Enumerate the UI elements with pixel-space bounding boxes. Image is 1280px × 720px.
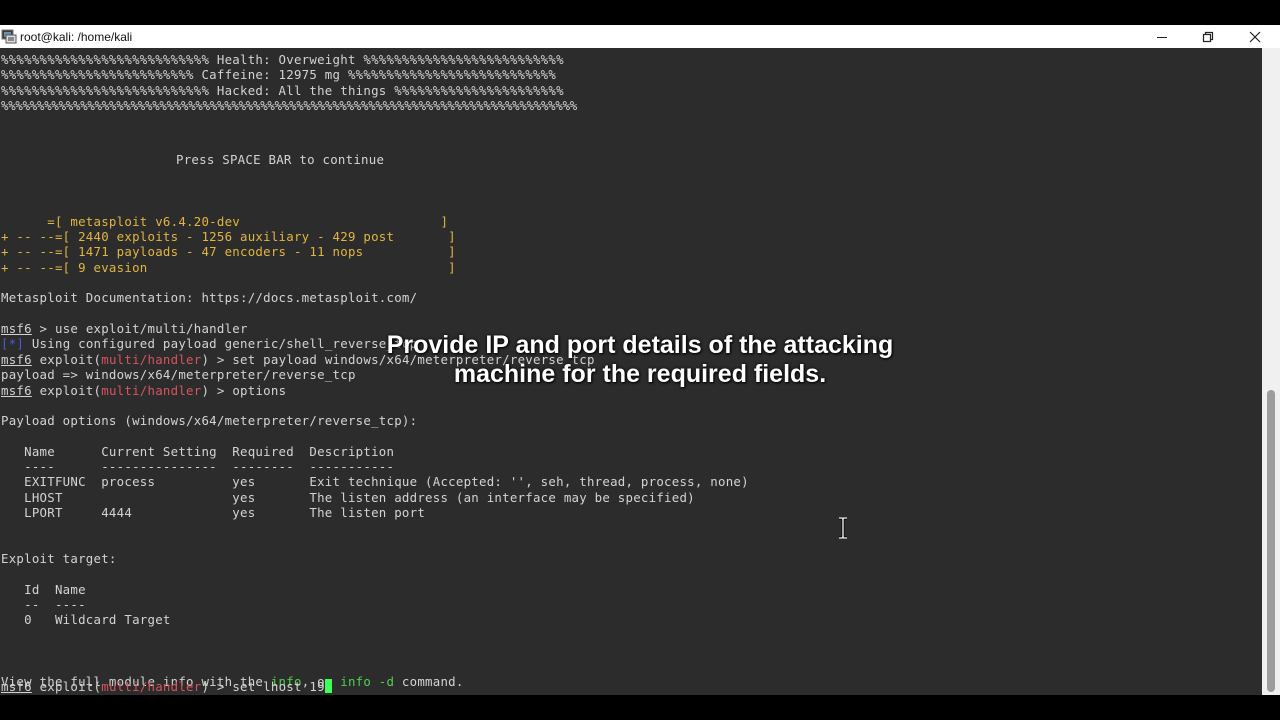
exploits-line: + -- --=[ 2440 exploits - 1256 auxiliary… <box>1 229 456 244</box>
banner-border: %%%%%%%%%%%%%%%%%%%%%%%%%%%%%%%%%%%%%%%%… <box>1 98 577 113</box>
close-button[interactable] <box>1232 25 1278 48</box>
banner-caffeine: %%%%%%%%%%%%%%%%%%%%%%%%% Caffeine: 1297… <box>1 67 557 82</box>
banner-health: %%%%%%%%%%%%%%%%%%%%%%%%%%% Health: Over… <box>1 52 564 67</box>
payload-options-heading: Payload options (windows/x64/meterpreter… <box>1 413 418 428</box>
hint-suffix: command. <box>394 674 464 689</box>
caption-line-1: Provide IP and port details of the attac… <box>386 331 894 359</box>
window-title: root@kali: /home/kali <box>20 30 133 44</box>
title-bar[interactable]: root@kali: /home/kali <box>0 25 1280 48</box>
video-caption: Provide IP and port details of the attac… <box>0 331 1280 389</box>
press-space-message: Press SPACE BAR to continue <box>176 152 385 167</box>
payload-options-header: Name Current Setting Required Descriptio… <box>1 444 395 459</box>
exploit-target-header: Id Name <box>1 582 86 597</box>
restore-icon <box>1202 31 1214 42</box>
exploit-target-row: 0 Wildcard Target <box>1 612 171 627</box>
terminal-cursor <box>324 679 332 693</box>
evasion-line: + -- --=[ 9 evasion ] <box>1 260 456 275</box>
documentation-line: Metasploit Documentation: https://docs.m… <box>1 290 418 305</box>
payload-option-row-exitfunc: EXITFUNC process yes Exit technique (Acc… <box>1 474 749 489</box>
caption-line-2: machine for the required fields. <box>453 360 827 388</box>
minimize-icon <box>1157 36 1167 38</box>
restore-button[interactable] <box>1185 25 1231 48</box>
exploit-target-heading: Exploit target: <box>1 551 117 566</box>
current-command-line[interactable]: msf6 exploit(multi/handler) > set lhost … <box>1 679 332 694</box>
prompt-module: multi/handler <box>101 679 202 694</box>
command-input[interactable]: set lhost 19 <box>232 679 325 694</box>
payload-option-row-lhost: LHOST yes The listen address (an interfa… <box>1 490 695 505</box>
scrollbar-thumb[interactable] <box>1267 390 1275 692</box>
payload-options-rule: ---- --------------- -------- ----------… <box>1 459 395 474</box>
banner-hacked: %%%%%%%%%%%%%%%%%%%%%%%%%%% Hacked: All … <box>1 83 564 98</box>
msf-prompt: msf6 <box>1 679 32 694</box>
hint-info-d-command: info -d <box>340 674 395 689</box>
close-icon <box>1249 31 1261 42</box>
exploit-target-rule: -- ---- <box>1 597 86 612</box>
terminal-app-icon <box>1 28 17 44</box>
version-line: =[ metasploit v6.4.20-dev ] <box>1 214 449 229</box>
payload-option-row-lport: LPORT 4444 yes The listen port <box>1 505 426 520</box>
prompt-exploit: exploit( <box>39 679 102 694</box>
text-cursor-icon <box>839 517 847 539</box>
payloads-line: + -- --=[ 1471 payloads - 47 encoders - … <box>1 244 456 259</box>
prompt-close: ) > <box>201 679 233 694</box>
minimize-button[interactable] <box>1139 25 1185 48</box>
